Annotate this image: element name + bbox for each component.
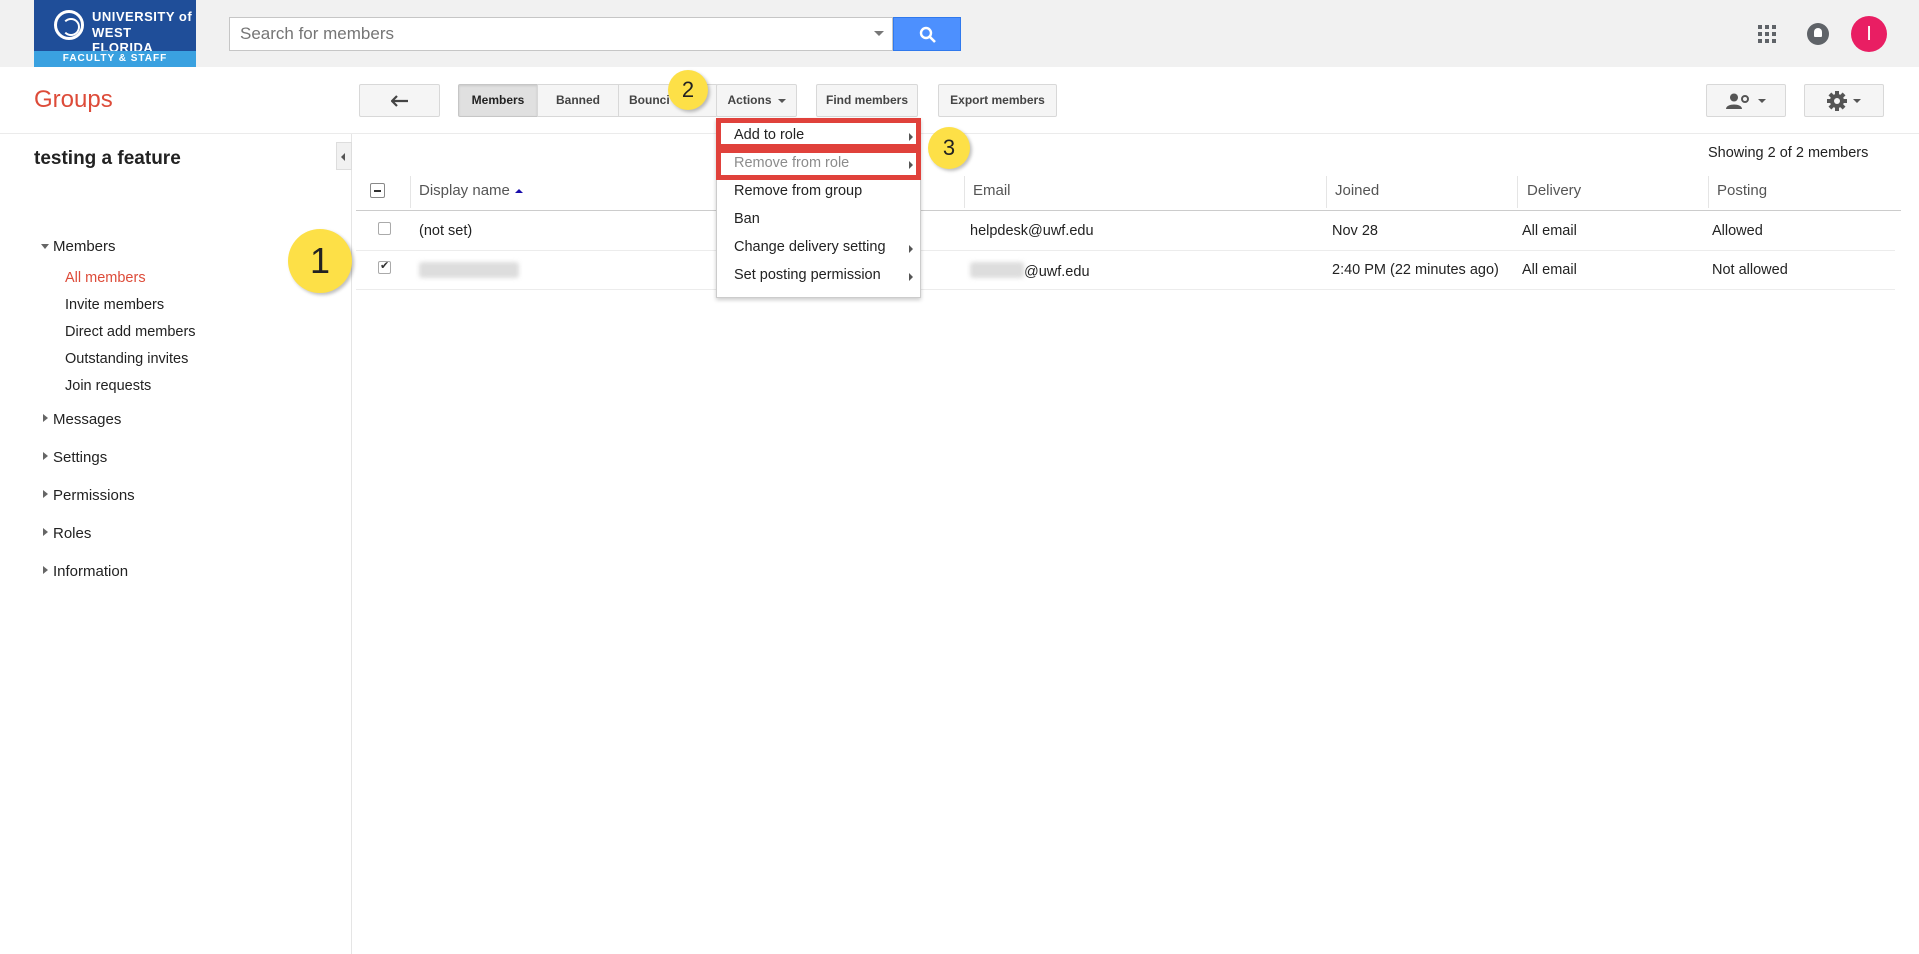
expand-right-icon [43,490,48,498]
chevron-down-icon [1758,98,1766,103]
row-email-domain: @uwf.edu [1024,264,1090,280]
row-display-name-redacted [419,262,519,282]
callout-3: 3 [928,127,970,169]
back-arrow-icon [389,95,408,107]
nav-all-members[interactable]: All members [65,270,146,286]
nav-messages-label: Messages [53,411,122,428]
search-options-icon[interactable] [874,31,884,36]
col-email[interactable]: Email [973,174,1011,210]
uwf-logo[interactable]: UNIVERSITY of WEST FLORIDA FACULTY & STA… [34,0,196,67]
sort-ascending-icon [514,189,523,194]
tab-banned[interactable]: Banned [537,84,619,117]
highlight-add-to-role [716,118,921,149]
row-posting: Allowed [1712,223,1763,239]
export-members-button[interactable]: Export members [938,84,1057,117]
logo-band: FACULTY & STAFF [34,51,196,67]
nav-direct-add-members[interactable]: Direct add members [65,324,196,340]
chevron-down-icon [1853,98,1861,103]
row-email: helpdesk@uwf.edu [970,223,1094,239]
row-posting: Not allowed [1712,262,1788,278]
app-title[interactable]: Groups [34,86,113,114]
nav-invite-members[interactable]: Invite members [65,297,164,313]
menu-set-posting-permission[interactable]: Set posting permission [734,267,881,283]
menu-change-delivery-setting[interactable]: Change delivery setting [734,239,886,255]
row-joined: 2:40 PM (22 minutes ago) [1332,262,1499,278]
callout-2: 2 [668,70,708,110]
menu-remove-from-group[interactable]: Remove from group [734,183,862,199]
nav-permissions[interactable]: Permissions [43,487,135,504]
table-row[interactable]: @uwf.edu 2:40 PM (22 minutes ago) All em… [356,251,1895,290]
row-checkbox[interactable] [378,222,391,235]
nav-join-requests[interactable]: Join requests [65,378,151,394]
submenu-arrow-icon [909,245,913,253]
gear-icon [1827,90,1847,111]
group-name: testing a feature [34,148,181,169]
search-icon [919,26,936,43]
person-add-icon [1726,93,1749,109]
member-count: Showing 2 of 2 members [1708,145,1869,161]
nav-permissions-label: Permissions [53,487,135,504]
nav-members[interactable]: Members [41,238,116,255]
nav-information[interactable]: Information [43,563,129,580]
avatar[interactable]: I [1851,16,1887,52]
callout-1: 1 [288,229,352,293]
row-delivery: All email [1522,262,1577,278]
search-box[interactable] [229,17,893,51]
table-row[interactable]: (not set) helpdesk@uwf.edu Nov 28 All em… [356,212,1895,251]
actions-button[interactable]: Actions [716,84,797,117]
add-member-menu-button[interactable] [1706,84,1786,117]
collapse-sidebar-button[interactable] [336,142,352,170]
col-display-name[interactable]: Display name [419,174,523,210]
row-checkbox[interactable] [378,259,391,274]
logo-line-1: UNIVERSITY of [92,9,193,24]
nav-settings-label: Settings [53,449,108,466]
nav-messages[interactable]: Messages [43,411,122,428]
search-input[interactable] [230,18,850,50]
nav-roles-label: Roles [53,525,92,542]
col-display-name-label: Display name [419,182,510,199]
row-delivery: All email [1522,223,1577,239]
nav-members-label: Members [53,238,116,255]
settings-menu-button[interactable] [1804,84,1884,117]
table-header: Display name Email Joined Delivery Posti… [356,174,1901,211]
find-members-button[interactable]: Find members [816,84,918,117]
nav-settings[interactable]: Settings [43,449,108,466]
seal-icon [54,10,84,40]
nav-outstanding-invites[interactable]: Outstanding invites [65,351,188,367]
apps-grid-icon[interactable] [1758,25,1776,43]
select-all-checkbox[interactable] [370,183,385,198]
notifications-icon[interactable] [1807,23,1829,45]
row-email: @uwf.edu [970,262,1090,280]
tab-members[interactable]: Members [458,84,538,117]
search-button[interactable] [893,17,961,51]
chevron-down-icon [777,98,786,103]
expand-right-icon [43,528,48,536]
expand-right-icon [43,566,48,574]
menu-ban[interactable]: Ban [734,211,760,227]
expand-down-icon [41,244,49,249]
expand-right-icon [43,414,48,422]
top-bar: UNIVERSITY of WEST FLORIDA FACULTY & STA… [0,0,1919,67]
col-delivery[interactable]: Delivery [1527,174,1581,210]
submenu-arrow-icon [909,273,913,281]
row-display-name: (not set) [419,223,473,239]
col-joined[interactable]: Joined [1335,174,1379,210]
email-redacted [970,262,1024,278]
nav-information-label: Information [53,563,129,580]
highlight-remove-from-role [716,148,921,180]
back-button[interactable] [359,84,440,117]
expand-right-icon [43,452,48,460]
nav-roles[interactable]: Roles [43,525,92,542]
row-joined: Nov 28 [1332,223,1378,239]
actions-label: Actions [727,93,772,107]
col-posting[interactable]: Posting [1717,174,1767,210]
